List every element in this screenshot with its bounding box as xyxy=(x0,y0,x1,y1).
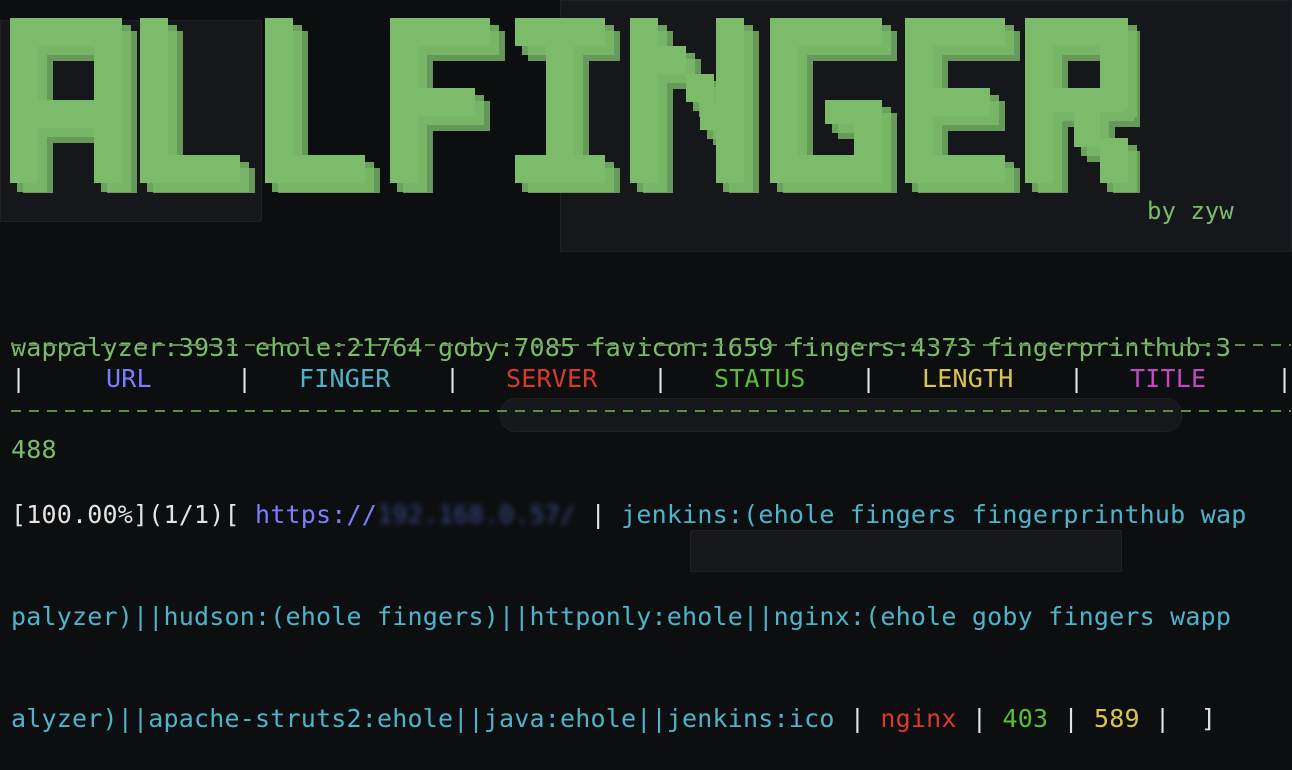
pipe: | xyxy=(971,704,988,733)
result-line-1: [100.00%](1/1)[ https://192.168.0.57/ | … xyxy=(11,498,1291,532)
separator-bottom xyxy=(11,410,1291,412)
result-length: 589 xyxy=(1094,704,1140,733)
pipe: | xyxy=(1155,704,1171,733)
result-finger-3: alyzer)||apache-struts2:ehole||java:ehol… xyxy=(11,704,835,733)
pipe: | xyxy=(1277,364,1292,393)
byline: by zyw xyxy=(1147,197,1234,225)
header-title: TITLE xyxy=(1130,364,1207,393)
pipe: | xyxy=(849,704,866,733)
header-finger: FINGER xyxy=(299,364,391,393)
progress: [100.00%](1/1)[ xyxy=(11,500,240,529)
result-finger-1: jenkins:(ehole fingers fingerprinthub wa… xyxy=(621,500,1247,529)
result-server: nginx xyxy=(880,704,957,733)
result-close: ] xyxy=(1200,704,1217,733)
header-length: LENGTH xyxy=(922,364,1014,393)
header-server: SERVER xyxy=(506,364,598,393)
pipe: | xyxy=(1063,704,1079,733)
result-line-2: palyzer)||hudson:(ehole fingers)||httpon… xyxy=(11,602,1232,631)
pipe: | xyxy=(861,364,877,393)
header-status: STATUS xyxy=(714,364,806,393)
result-url[interactable]: https:// xyxy=(255,500,377,529)
header-url: URL xyxy=(106,364,152,393)
result-row: [100.00%](1/1)[ https://192.168.0.57/ | … xyxy=(11,430,1291,770)
banner-art xyxy=(10,18,1143,198)
pipe: | xyxy=(653,364,669,393)
pipe: | xyxy=(11,364,27,393)
separator-top xyxy=(11,344,1291,346)
pipe: | xyxy=(445,364,461,393)
pipe: | xyxy=(590,500,606,529)
stats-line-1: wappalyzer:3931 ehole:21764 goby:7085 fa… xyxy=(11,333,1232,362)
allfinger-banner xyxy=(10,18,1143,198)
pipe: | xyxy=(1069,364,1085,393)
result-line-3: alyzer)||apache-struts2:ehole||java:ehol… xyxy=(11,702,1291,736)
result-url-masked: 192.168.0.57/ xyxy=(377,500,576,529)
pipe: | xyxy=(237,364,253,393)
result-status: 403 xyxy=(1002,704,1049,733)
table-header: | URL | FINGER | SERVER | STATUS | LENGT… xyxy=(11,364,1292,396)
